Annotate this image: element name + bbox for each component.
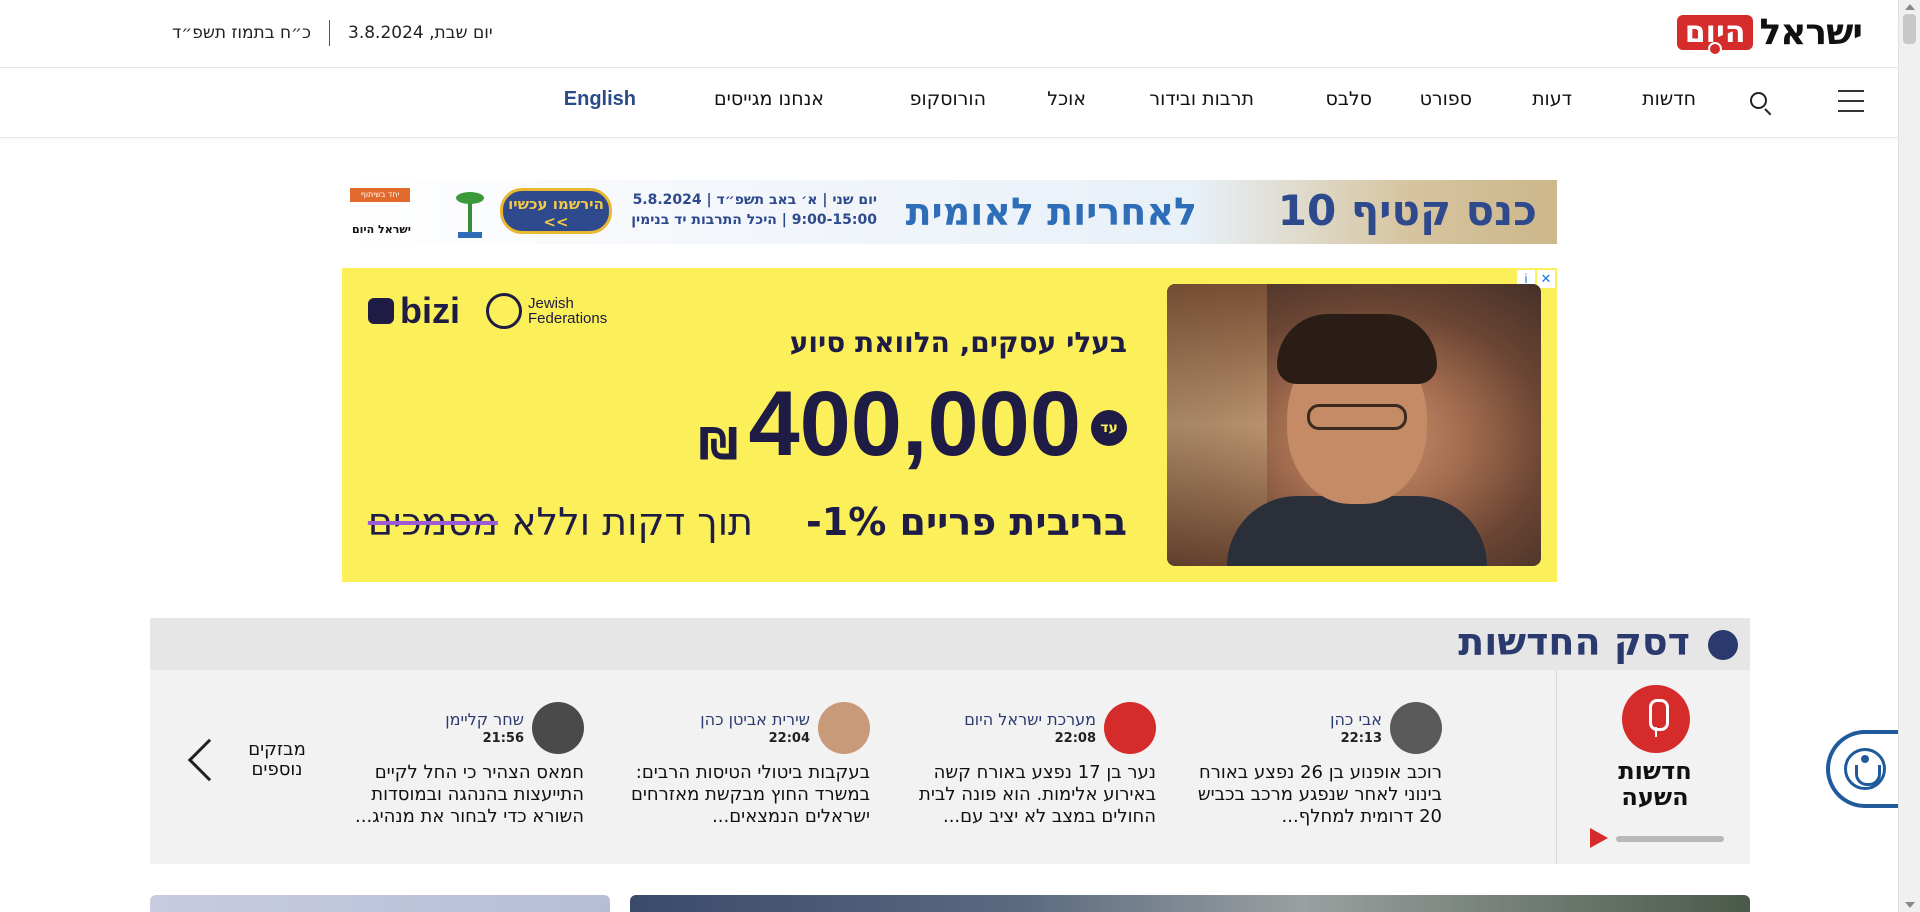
news-desk-body: חדשות השעה אבי כהן 22:13 רוכב אופנוע בן … [150, 670, 1750, 864]
news-time: 22:13 [1340, 731, 1382, 746]
kenes-date-line: יום שני | א׳ באב תשפ״ד | 5.8.2024 [632, 192, 877, 208]
main-nav: חדשות דעות ספורט סלבס תרבות ובידור אוכל … [0, 68, 1898, 138]
news-text[interactable]: חמאס הצהיר כי החל לקיים התייעצות בהנהגה … [328, 762, 584, 828]
play-icon[interactable] [1590, 828, 1608, 848]
news-author: מערכת ישראל היום 22:08 [900, 702, 1156, 754]
ad-close-icon[interactable]: ✕ [1537, 270, 1555, 288]
ad-logos: bizi Jewish Federations [368, 290, 607, 332]
kenes-org-logo: ישראל היום [352, 223, 411, 236]
kenes-title: כנס קטיף 10 [1277, 186, 1537, 235]
kenes-org-block: יחד בשיתוף הישראלי ישראל היום [350, 184, 446, 240]
nav-item-culture[interactable]: תרבות ובידור [1149, 88, 1254, 110]
ad-amount-prefix: עד [1091, 410, 1127, 446]
author-name: מערכת ישראל היום [964, 710, 1096, 729]
scroll-up-icon[interactable] [1905, 4, 1915, 10]
date-bar: יום שבת, 3.8.2024 כ״ח בתמוז תשפ״ד [172, 20, 493, 46]
avatar [1104, 702, 1156, 754]
ad-amount-number: 400,000 [748, 373, 1081, 475]
ad-bottom-strike: מסמכים [367, 500, 498, 544]
ad-headline: בעלי עסקים, הלוואת סיוע [789, 326, 1127, 359]
ad-photo [1167, 284, 1541, 566]
news-author: שירית אביטן כהן 22:04 [614, 702, 870, 754]
live-news-label[interactable]: חדשות השעה [1600, 758, 1710, 810]
news-desk-header: דסק החדשות [150, 618, 1750, 670]
nav-item-celebs[interactable]: סלבס [1326, 88, 1372, 110]
author-name: שחר קליימן [445, 710, 524, 729]
jf-line2: Federations [528, 310, 608, 327]
bizi-wordmark: bizi [400, 290, 460, 331]
nav-item-opinions[interactable]: דעות [1532, 88, 1572, 110]
more-flashes-link[interactable]: מבזקים נוספים [180, 738, 312, 782]
avatar [1390, 702, 1442, 754]
site-logo[interactable]: ישראל היום [1676, 10, 1863, 54]
avatar [532, 702, 584, 754]
hamburger-menu-icon[interactable] [1838, 90, 1864, 112]
jewish-federations-logo: Jewish Federations [486, 293, 607, 329]
date-separator [329, 20, 330, 46]
news-text[interactable]: רוכב אופנוע בן 26 נפצע באורח בינוני לאחר… [1186, 762, 1442, 828]
bizi-logo: bizi [368, 290, 460, 332]
news-time: 22:08 [1054, 731, 1096, 746]
bizi-mark-icon [368, 298, 394, 324]
loan-ad[interactable]: i ✕ בעלי עסקים, הלוואת סיוע עד 400,000 ₪… [342, 268, 1557, 582]
logo-text: ישראל [1759, 11, 1863, 53]
author-name: אבי כהן [1330, 710, 1382, 729]
nav-item-hiring[interactable]: אנחנו מגייסים [714, 88, 824, 110]
avatar [818, 702, 870, 754]
nav-item-english[interactable]: English [564, 88, 636, 111]
news-time: 21:56 [482, 731, 524, 746]
palm-tree-icon [456, 192, 484, 238]
search-icon[interactable] [1748, 90, 1774, 116]
news-flash-item[interactable]: אבי כהן 22:13 רוכב אופנוע בן 26 נפצע באו… [1186, 702, 1442, 828]
author-name: שירית אביטן כהן [700, 710, 810, 729]
more-flashes-label[interactable]: מבזקים נוספים [242, 740, 312, 780]
logo-box: היום [1676, 14, 1754, 50]
news-flash-item[interactable]: שירית אביטן כהן 22:04 בעקבות ביטולי הטיס… [614, 702, 870, 828]
ad-amount-currency: ₪ [698, 419, 739, 470]
page-scrollbar[interactable] [1898, 0, 1920, 912]
kenes-register-button[interactable]: הירשמו עכשיו >> [500, 188, 612, 234]
accessibility-button[interactable] [1826, 730, 1898, 808]
kenes-org-tag: יחד בשיתוף הישראלי [350, 188, 410, 213]
kenes-details: יום שני | א׳ באב תשפ״ד | 5.8.2024 9:00-1… [631, 190, 877, 230]
ad-bottom-bold: בריבית פריים 1%- [805, 500, 1127, 544]
ad-amount: עד 400,000 ₪ [699, 378, 1127, 470]
scroll-down-icon[interactable] [1905, 902, 1915, 908]
audio-progress-bar[interactable] [1616, 836, 1724, 842]
menorah-icon [486, 293, 522, 329]
top-bar: ישראל היום יום שבת, 3.8.2024 כ״ח בתמוז ת… [0, 0, 1898, 68]
article-card-image[interactable] [150, 895, 610, 912]
kenes-venue-line: 9:00-15:00 | היכל התרבות יד בנימין [631, 212, 877, 228]
microphone-icon[interactable] [1622, 685, 1690, 753]
nav-item-news[interactable]: חדשות [1642, 88, 1696, 110]
nav-item-sport[interactable]: ספורט [1420, 88, 1472, 110]
gregorian-date: יום שבת, 3.8.2024 [348, 23, 493, 43]
scroll-thumb[interactable] [1903, 14, 1916, 44]
kenes-banner-ad[interactable]: כנס קטיף 10 לאחריות לאומית יום שני | א׳ … [342, 180, 1557, 244]
news-desk-title[interactable]: דסק החדשות [1458, 620, 1690, 664]
ad-bottom-line: בריבית פריים 1%- תוך דקות וללא מסמכים [368, 500, 1127, 544]
main-article-image[interactable] [630, 895, 1750, 912]
jf-line1: Jewish [528, 295, 574, 312]
news-flash-item[interactable]: מערכת ישראל היום 22:08 נער בן 17 נפצע בא… [900, 702, 1156, 828]
news-flash-item[interactable]: שחר קליימן 21:56 חמאס הצהיר כי החל לקיים… [328, 702, 584, 828]
ad-bottom-light: תוך דקות וללא [511, 500, 754, 544]
news-time: 22:04 [768, 731, 810, 746]
news-desk-dot-icon [1708, 630, 1738, 660]
news-author: שחר קליימן 21:56 [328, 702, 584, 754]
nav-item-horoscope[interactable]: הורוסקופ [910, 88, 986, 110]
news-text[interactable]: נער בן 17 נפצע באורח קשה באירוע אלימות. … [900, 762, 1156, 828]
wheelchair-icon [1844, 748, 1886, 790]
live-news-player: חדשות השעה [1556, 670, 1750, 864]
chevron-left-icon[interactable] [187, 738, 231, 782]
news-text[interactable]: בעקבות ביטולי הטיסות הרבים: במשרד החוץ מ… [614, 762, 870, 828]
hebrew-date: כ״ח בתמוז תשפ״ד [172, 23, 311, 43]
kenes-subtitle: לאחריות לאומית [905, 190, 1197, 234]
nav-item-food[interactable]: אוכל [1047, 88, 1086, 110]
news-author: אבי כהן 22:13 [1186, 702, 1442, 754]
